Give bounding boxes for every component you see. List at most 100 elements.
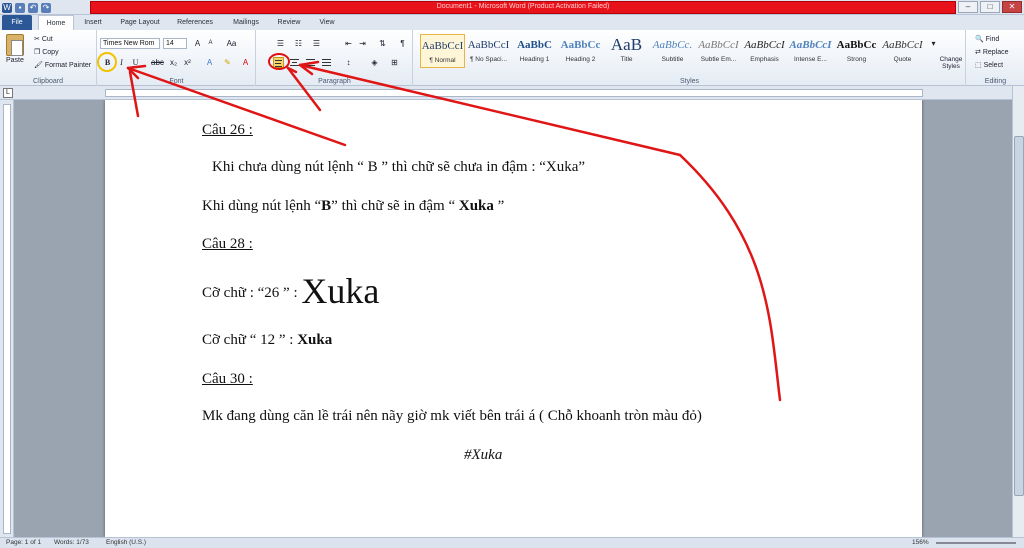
redo-icon[interactable]: ↷ <box>41 2 51 13</box>
multilevel-list-icon[interactable]: ☰ <box>311 38 322 49</box>
style-intense-emphasis[interactable]: AaBbCcI Intense E... <box>788 34 833 68</box>
tab-selector[interactable]: L <box>3 88 13 98</box>
page-count[interactable]: Page: 1 of 1 <box>6 538 41 548</box>
cut-button[interactable]: ✂ Cut <box>34 35 53 43</box>
style-preview: AaBbCcI <box>421 40 464 52</box>
tab-page-layout[interactable]: Page Layout <box>114 15 166 30</box>
style-quote[interactable]: AaBbCcI Quote <box>880 34 925 68</box>
heading-cau-26: Câu 26 : <box>202 122 253 138</box>
style-preview: AaBbCcI <box>744 39 785 51</box>
borders-icon[interactable]: ⊞ <box>389 57 400 68</box>
editing-group-label: Editing <box>984 78 1007 85</box>
text-bold: B <box>321 198 332 214</box>
word-count[interactable]: Words: 1/73 <box>54 538 89 548</box>
italic-button[interactable]: I <box>116 57 127 68</box>
grow-font-icon[interactable]: A <box>192 38 203 49</box>
tab-view[interactable]: View <box>312 15 342 30</box>
minimize-button[interactable]: – <box>958 1 978 13</box>
style-no-spacing[interactable]: AaBbCcI ¶ No Spaci... <box>466 34 511 68</box>
tab-file[interactable]: File <box>2 15 32 30</box>
clipboard-group: Paste ✂ Cut ❐ Copy 🖌 Format Painter Clip… <box>0 30 97 86</box>
zoom-slider[interactable] <box>936 542 1016 544</box>
line-spacing-icon[interactable]: ↕ <box>343 57 354 68</box>
find-button[interactable]: 🔍 Find <box>975 35 999 43</box>
style-name: Title <box>620 56 633 63</box>
copy-button[interactable]: ❐ Copy <box>34 48 59 56</box>
style-preview: AaBbCcI <box>467 39 510 51</box>
tab-mailings[interactable]: Mailings <box>226 15 266 30</box>
styles-group-label: Styles <box>679 78 700 85</box>
style-title[interactable]: AaB Title <box>604 34 649 68</box>
zoom-level[interactable]: 156% <box>912 538 929 548</box>
quick-access-toolbar: W ▪ ↶ ↷ <box>2 1 51 14</box>
style-name: Subtle Em... <box>700 56 737 63</box>
clipboard-group-label: Clipboard <box>33 78 63 85</box>
text-span: Cỡ chữ : “26 ” : <box>202 285 302 301</box>
decrease-indent-icon[interactable]: ⇤ <box>343 38 354 49</box>
underline-button[interactable]: U <box>130 57 141 68</box>
word-logo-icon: W <box>2 2 12 13</box>
justify-button[interactable] <box>321 57 332 68</box>
horizontal-ruler[interactable]: L <box>0 86 1024 100</box>
highlight-icon[interactable]: ✎ <box>222 57 233 68</box>
style-preview: AaB <box>610 35 643 54</box>
window-title: Document1 - Microsoft Word (Product Acti… <box>436 3 610 10</box>
ruler-track[interactable] <box>105 89 923 97</box>
ribbon: Paste ✂ Cut ❐ Copy 🖌 Format Painter Clip… <box>0 30 1024 86</box>
style-name: ¶ Normal <box>429 57 456 64</box>
tab-references[interactable]: References <box>170 15 220 30</box>
style-heading-1[interactable]: AaBbC Heading 1 <box>512 34 557 68</box>
tab-home[interactable]: Home <box>38 15 74 30</box>
document-page[interactable]: Câu 26 : Khi chưa dùng nút lệnh “ B ” th… <box>105 100 922 537</box>
select-button[interactable]: ⬚ Select <box>975 61 1003 69</box>
vertical-ruler-track[interactable] <box>3 104 11 534</box>
style-name: Quote <box>893 56 912 63</box>
show-marks-icon[interactable]: ¶ <box>397 38 408 49</box>
replace-button[interactable]: ⇄ Replace <box>975 48 1009 56</box>
copy-label: Copy <box>42 49 59 56</box>
style-name: Intense E... <box>794 56 827 63</box>
style-emphasis[interactable]: AaBbCcI Emphasis <box>742 34 787 68</box>
language[interactable]: English (U.S.) <box>106 538 146 548</box>
style-subtitle[interactable]: AaBbCc. Subtitle <box>650 34 695 68</box>
strikethrough-button[interactable]: abc <box>151 57 164 68</box>
format-painter-button[interactable]: 🖌 Format Painter <box>34 61 91 69</box>
text-effects-icon[interactable]: A <box>204 57 215 68</box>
tab-insert[interactable]: Insert <box>78 15 108 30</box>
vertical-ruler[interactable] <box>0 100 14 537</box>
undo-icon[interactable]: ↶ <box>28 2 38 13</box>
vertical-scrollbar[interactable] <box>1012 86 1024 537</box>
font-color-icon[interactable]: A <box>240 57 251 68</box>
font-name-select[interactable]: Times New Rom <box>100 38 160 49</box>
align-right-button[interactable] <box>305 57 316 68</box>
bullets-icon[interactable]: ☰ <box>275 38 286 49</box>
style-normal[interactable]: AaBbCcI ¶ Normal <box>420 34 465 68</box>
format-painter-label: Format Painter <box>44 62 92 69</box>
font-group-label: Font <box>169 78 184 85</box>
style-subtle-emphasis[interactable]: AaBbCcI Subtle Em... <box>696 34 741 68</box>
select-label: Select <box>983 62 1004 69</box>
scrollbar-thumb[interactable] <box>1014 136 1024 496</box>
subscript-button[interactable]: x₂ <box>168 57 179 68</box>
paste-icon[interactable] <box>6 34 24 56</box>
style-heading-2[interactable]: AaBbCc Heading 2 <box>558 34 603 68</box>
maximize-button[interactable]: □ <box>980 1 1000 13</box>
style-preview: AaBbCc <box>560 39 601 51</box>
shrink-font-icon[interactable]: A <box>205 38 216 49</box>
change-case-icon[interactable]: Aa <box>226 38 237 49</box>
close-button[interactable]: ✕ <box>1002 1 1022 13</box>
style-strong[interactable]: AaBbCc Strong <box>834 34 879 68</box>
document-area[interactable]: Câu 26 : Khi chưa dùng nút lệnh “ B ” th… <box>14 100 1012 537</box>
save-icon[interactable]: ▪ <box>15 2 25 13</box>
change-styles-button[interactable]: Change Styles <box>936 56 966 70</box>
tab-review[interactable]: Review <box>272 15 306 30</box>
align-center-button[interactable] <box>289 57 300 68</box>
increase-indent-icon[interactable]: ⇥ <box>357 38 368 49</box>
shading-icon[interactable]: ◈ <box>369 57 380 68</box>
styles-scroll-icon[interactable]: ▾ <box>928 38 939 49</box>
editing-group: 🔍 Find ⇄ Replace ⬚ Select Editing <box>967 30 1024 86</box>
font-size-select[interactable]: 14 <box>163 38 187 49</box>
superscript-button[interactable]: x² <box>182 57 193 68</box>
sort-icon[interactable]: ⇅ <box>377 38 388 49</box>
numbering-icon[interactable]: ☷ <box>293 38 304 49</box>
